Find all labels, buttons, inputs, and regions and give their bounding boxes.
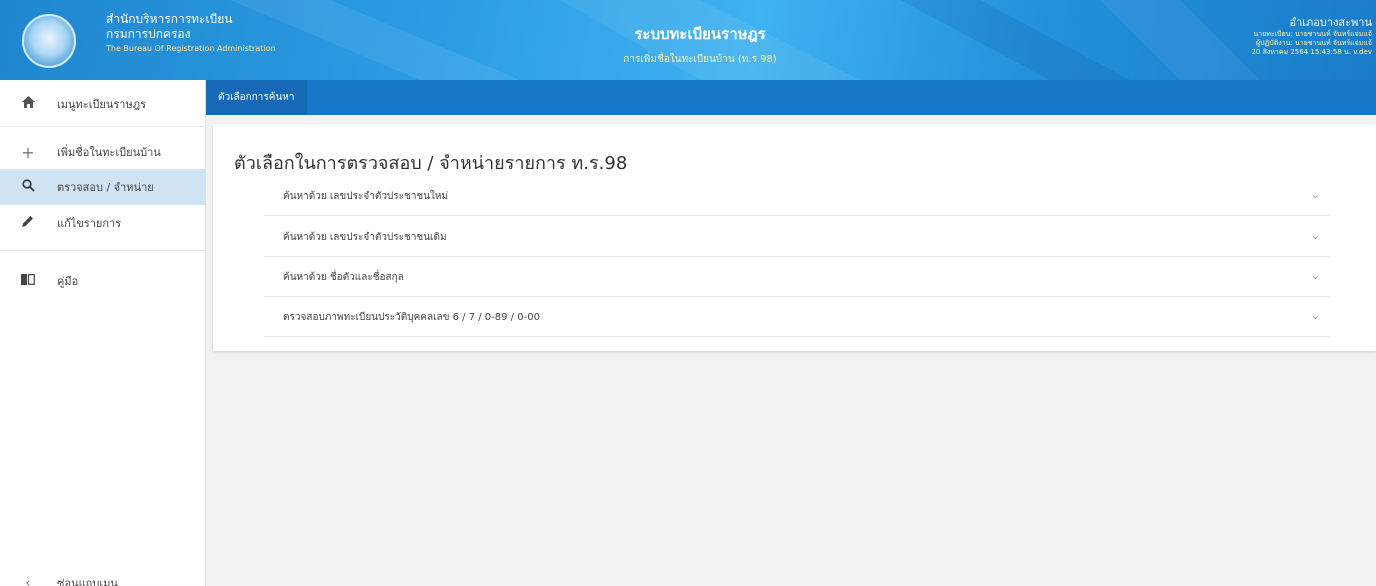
tab-search-options[interactable]: ตัวเลือกการค้นหา — [206, 80, 307, 115]
chevron-down-icon: ⌄ — [1310, 269, 1320, 282]
collapse-menu-label: ซ่อนแถบเมนู — [57, 577, 118, 586]
option-label: ตรวจสอบภาพทะเบียนประวัติบุคคลเลข 6 / 7 /… — [283, 312, 540, 323]
sidebar-item-label: ตรวจสอบ / จำหน่าย — [57, 181, 154, 194]
home-icon — [19, 96, 37, 112]
sidebar-divider — [0, 250, 206, 251]
chevron-down-icon: ⌄ — [1310, 188, 1320, 201]
collapse-menu-button[interactable]: ‹ ซ่อนแถบเมนู — [0, 565, 206, 586]
office-info: อำเภอบางสะพาน นายทะเบียน: นายชานนท์ จันท… — [1251, 16, 1372, 58]
office-name: อำเภอบางสะพาน — [1289, 16, 1373, 29]
sidebar-item-edit[interactable]: แก้ไขรายการ — [0, 205, 206, 241]
chevron-down-icon: ⌄ — [1310, 309, 1320, 322]
org-department-th: กรมการปกครอง — [106, 27, 191, 41]
org-name-en: The Bureau Of Registration Administratio… — [106, 44, 276, 53]
operator-name: ผู้ปฏิบัติงาน: นายชานนท์ จันทร์แจ่มแจ้ — [1256, 39, 1372, 48]
pencil-icon — [19, 215, 37, 231]
sidebar-item-registry-menu[interactable]: เมนูทะเบียนราษฎร — [0, 86, 206, 122]
book-icon — [19, 273, 37, 289]
sidebar-item-check-remove[interactable]: ตรวจสอบ / จำหน่าย — [0, 169, 206, 205]
org-name-th: สำนักบริหารการทะเบียน — [106, 12, 233, 26]
chevron-down-icon: ⌄ — [1310, 229, 1320, 242]
chevron-left-icon: ‹ — [25, 575, 31, 586]
option-search-old-id[interactable]: ค้นหาด้วย เลขประจำตัวประชาชนเดิม ⌄ — [264, 217, 1330, 257]
sidebar-item-label: เพิ่มชื่อในทะเบียนบ้าน — [57, 146, 161, 159]
sidebar-item-manual[interactable]: คู่มือ — [0, 263, 206, 299]
organization-block: สำนักบริหารการทะเบียน กรมการปกครอง The B… — [106, 12, 276, 54]
option-check-record-images[interactable]: ตรวจสอบภาพทะเบียนประวัติบุคคลเลข 6 / 7 /… — [264, 297, 1330, 337]
sidebar-item-add-name[interactable]: + เพิ่มชื่อในทะเบียนบ้าน — [0, 134, 206, 170]
option-label: ค้นหาด้วย เลขประจำตัวประชาชนเดิม — [283, 232, 447, 243]
sidebar: เมนูทะเบียนราษฎร + เพิ่มชื่อในทะเบียนบ้า… — [0, 80, 206, 586]
option-label: ค้นหาด้วย เลขประจำตัวประชาชนใหม่ — [283, 191, 449, 202]
session-datetime: 20 สิงหาคม 2564 15:43:58 น. v.dev — [1251, 48, 1372, 57]
option-search-name[interactable]: ค้นหาด้วย ชื่อตัวและชื่อสกุล ⌄ — [264, 257, 1330, 297]
page-title: ตัวเลือกในการตรวจสอบ / จำหน่ายรายการ ท.ร… — [234, 153, 628, 174]
registrar-name: นายทะเบียน: นายชานนท์ จันทร์แจ่มแจ้ — [1253, 30, 1372, 39]
sidebar-item-label: แก้ไขรายการ — [57, 217, 122, 230]
option-search-new-id[interactable]: ค้นหาด้วย เลขประจำตัวประชาชนใหม่ ⌄ — [264, 176, 1330, 216]
sidebar-item-label: เมนูทะเบียนราษฎร — [57, 98, 147, 111]
bureau-logo — [22, 14, 76, 68]
tab-bar: ตัวเลือกการค้นหา — [206, 80, 1376, 115]
sidebar-item-label: คู่มือ — [57, 275, 79, 288]
option-label: ค้นหาด้วย ชื่อตัวและชื่อสกุล — [283, 272, 404, 283]
search-icon — [19, 178, 37, 196]
sidebar-divider — [0, 126, 206, 127]
app-header: สำนักบริหารการทะเบียน กรมการปกครอง The B… — [0, 0, 1376, 80]
plus-icon: + — [21, 142, 35, 162]
search-options-card: ตัวเลือกในการตรวจสอบ / จำหน่ายรายการ ท.ร… — [213, 124, 1376, 351]
